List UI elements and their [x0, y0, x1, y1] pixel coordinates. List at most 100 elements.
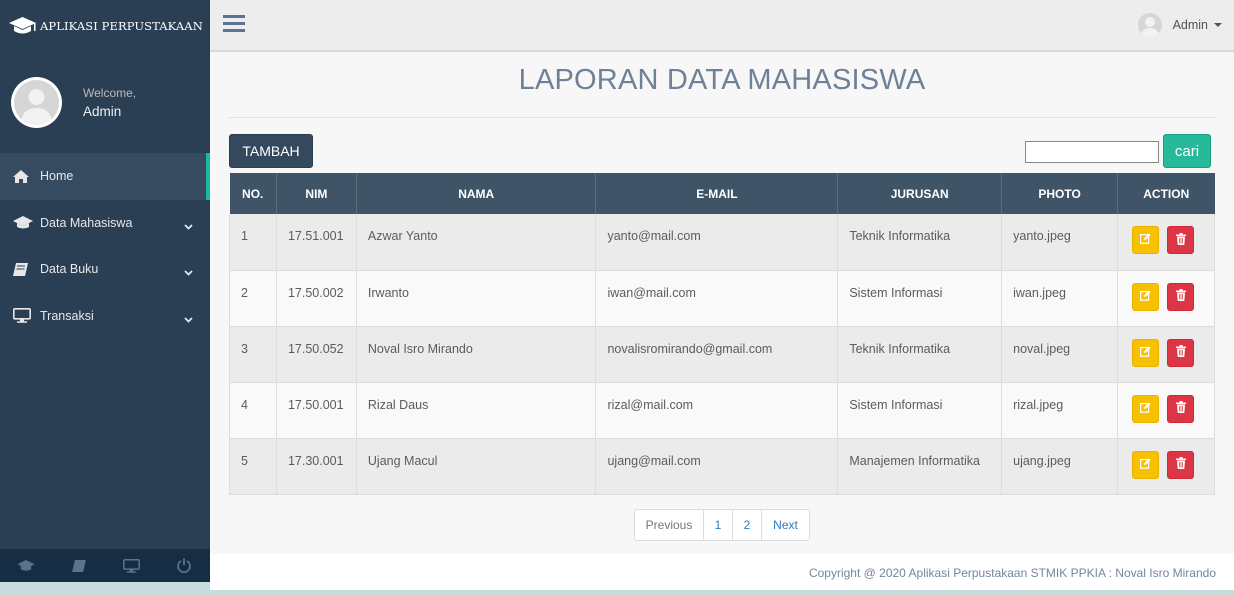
cell-nim: 17.51.001: [276, 214, 357, 271]
graduation-cap-icon[interactable]: [0, 549, 53, 582]
sidebar-item-data-buku[interactable]: Data Buku: [0, 246, 210, 293]
cell-nim: 17.50.052: [276, 326, 357, 383]
profile-name: Admin: [83, 103, 122, 119]
search-input[interactable]: [1025, 141, 1159, 163]
cell-photo: rizal.jpeg: [1001, 382, 1119, 439]
sidebar-item-transaksi[interactable]: Transaksi: [0, 293, 210, 340]
profile-panel: Welcome, Admin: [0, 52, 210, 152]
cell-email: yanto@mail.com: [595, 214, 839, 271]
cell-jurusan: Sistem Informasi: [837, 270, 1003, 327]
desktop-icon[interactable]: [105, 549, 158, 582]
edit-button[interactable]: [1132, 394, 1160, 423]
chevron-down-icon: [184, 265, 193, 279]
column-header[interactable]: E-MAIL: [595, 173, 839, 214]
sidebar-item-home[interactable]: Home: [0, 153, 210, 200]
cell-email: rizal@mail.com: [595, 382, 839, 439]
edit-icon: [1140, 289, 1151, 304]
power-icon[interactable]: [158, 549, 211, 582]
search-button[interactable]: cari: [1163, 134, 1211, 168]
column-header[interactable]: PHOTO: [1001, 173, 1119, 214]
caret-down-icon: [1214, 23, 1222, 27]
cell-jurusan: Teknik Informatika: [837, 214, 1003, 271]
pagination-page-2[interactable]: 2: [733, 510, 762, 540]
cell-action: [1117, 270, 1215, 327]
graduation-cap-icon: [8, 14, 38, 38]
brand-title: APLIKASI PERPUSTAKAAN: [40, 19, 203, 33]
trash-icon: [1175, 232, 1186, 248]
user-name: Admin: [1172, 18, 1208, 32]
hamburger-icon[interactable]: [223, 14, 245, 36]
sidebar-menu: Home Data Mahasiswa Data Buku Transaksi: [0, 153, 210, 339]
pagination-previous[interactable]: Previous: [635, 510, 704, 540]
sidebar-item-label: Transaksi: [40, 308, 94, 323]
trash-icon: [1175, 289, 1186, 304]
delete-button[interactable]: [1167, 226, 1195, 254]
sidebar-item-label: Data Buku: [40, 262, 99, 277]
cell-nama: Azwar Yanto: [356, 214, 597, 271]
cell-no: 1: [229, 214, 277, 271]
cell-email: iwan@mail.com: [595, 270, 839, 327]
home-icon: [13, 168, 35, 184]
table-row: 4 17.50.001 Rizal Daus rizal@mail.com Si…: [229, 382, 1215, 439]
cell-no: 4: [229, 382, 277, 439]
pagination: Previous 1 2 Next: [634, 509, 810, 541]
edit-icon: [1140, 401, 1151, 416]
delete-button[interactable]: [1167, 338, 1195, 367]
cell-action: [1117, 214, 1215, 271]
cell-nim: 17.50.001: [276, 382, 357, 439]
book-icon: [13, 261, 35, 277]
cell-action: [1117, 326, 1215, 383]
delete-button[interactable]: [1167, 450, 1195, 479]
pagination-next[interactable]: Next: [762, 510, 809, 540]
cell-nama: Irwanto: [356, 270, 597, 327]
page-title: LAPORAN DATA MAHASISWA: [518, 64, 926, 96]
footer: Copyright @ 2020 Aplikasi Perpustakaan S…: [210, 554, 1234, 590]
edit-icon: [1140, 233, 1151, 247]
cell-photo: noval.jpeg: [1001, 326, 1119, 383]
edit-icon: [1140, 345, 1151, 360]
table-row: 5 17.30.001 Ujang Macul ujang@mail.com M…: [229, 438, 1215, 495]
cell-nama: Ujang Macul: [356, 438, 597, 495]
column-header[interactable]: NAMA: [356, 173, 597, 214]
edit-button[interactable]: [1132, 338, 1160, 367]
cell-action: [1117, 382, 1215, 439]
column-header[interactable]: JURUSAN: [837, 173, 1003, 214]
chevron-down-icon: [184, 219, 193, 233]
chevron-down-icon: [184, 312, 193, 326]
table-row: 3 17.50.052 Noval Isro Mirando novalisro…: [229, 326, 1215, 383]
user-menu[interactable]: Admin: [1137, 13, 1222, 37]
table-header-row: NO. NIM NAMA E-MAIL JURUSAN PHOTO ACTION: [229, 173, 1215, 214]
cell-nim: 17.50.002: [276, 270, 357, 327]
edit-button[interactable]: [1132, 282, 1160, 311]
cell-photo: yanto.jpeg: [1001, 214, 1119, 271]
avatar: [11, 76, 62, 128]
student-table: NO. NIM NAMA E-MAIL JURUSAN PHOTO ACTION…: [229, 173, 1215, 495]
cell-no: 5: [229, 438, 277, 495]
edit-icon: [1140, 457, 1151, 472]
book-icon[interactable]: [53, 549, 106, 582]
sidebar-item-label: Data Mahasiswa: [40, 215, 133, 230]
cell-jurusan: Teknik Informatika: [837, 326, 1003, 383]
top-nav: Admin: [210, 0, 1234, 51]
delete-button[interactable]: [1167, 394, 1195, 423]
edit-button[interactable]: [1132, 450, 1160, 479]
edit-button[interactable]: [1132, 226, 1160, 254]
pagination-page-1[interactable]: 1: [704, 510, 733, 540]
cell-photo: ujang.jpeg: [1001, 438, 1119, 495]
trash-icon: [1175, 457, 1186, 472]
trash-icon: [1175, 345, 1186, 360]
sidebar: APLIKASI PERPUSTAKAAN Welcome, Admin Hom…: [0, 0, 210, 582]
column-header[interactable]: NO.: [229, 173, 277, 214]
brand[interactable]: APLIKASI PERPUSTAKAAN: [0, 0, 210, 52]
column-header: ACTION: [1117, 173, 1215, 214]
column-header[interactable]: NIM: [276, 173, 357, 214]
cell-no: 3: [229, 326, 277, 383]
avatar: [1137, 13, 1162, 37]
trash-icon: [1175, 401, 1186, 416]
add-button[interactable]: TAMBAH: [229, 134, 313, 168]
cell-no: 2: [229, 270, 277, 327]
welcome-text: Welcome,: [83, 85, 137, 100]
delete-button[interactable]: [1167, 282, 1195, 311]
sidebar-item-data-mahasiswa[interactable]: Data Mahasiswa: [0, 200, 210, 247]
cell-email: ujang@mail.com: [595, 438, 839, 495]
